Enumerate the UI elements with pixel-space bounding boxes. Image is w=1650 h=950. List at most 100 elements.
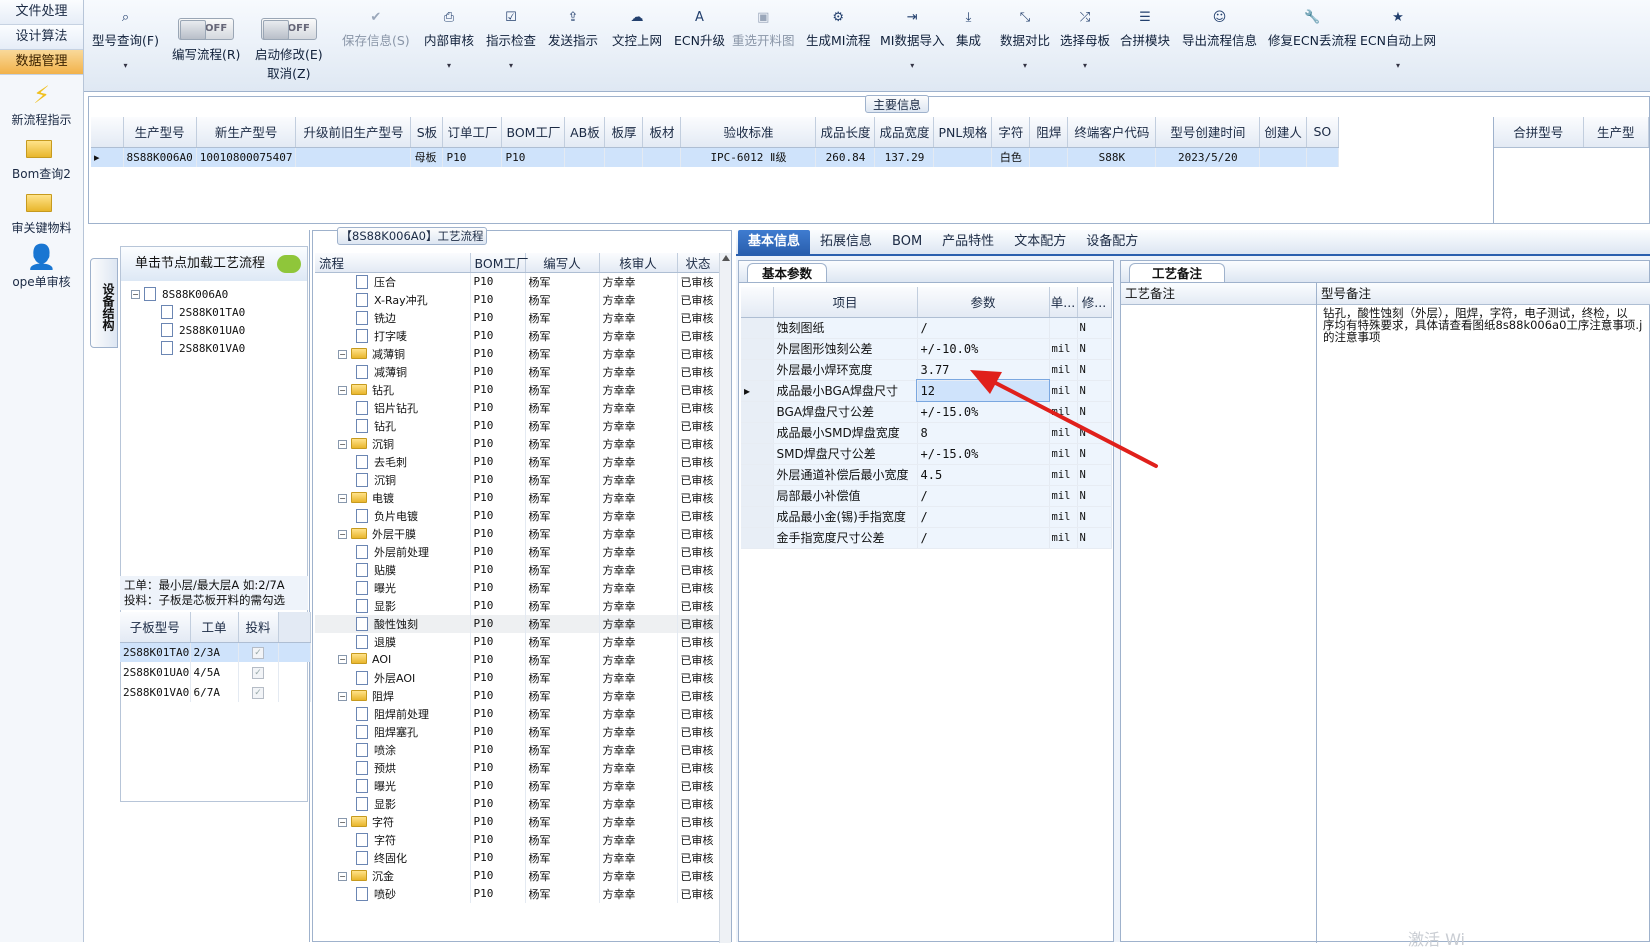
col-header[interactable]: 型号创建时间 <box>1155 117 1261 148</box>
process-row[interactable]: − 阻焊 P10 杨军 方幸幸 已审核 <box>315 686 720 705</box>
toolbar-item-14[interactable]: ⤮ 选择母板 ▾ <box>1060 10 1110 70</box>
param-row[interactable]: 外层最小焊环宽度 3.77 mil N <box>741 359 1112 381</box>
process-row[interactable]: 负片电镀 P10 杨军 方幸幸 已审核 <box>315 506 720 525</box>
process-row[interactable]: 外层前处理 P10 杨军 方幸幸 已审核 <box>315 542 720 561</box>
process-row[interactable]: 显影 P10 杨军 方幸幸 已审核 <box>315 596 720 615</box>
nav-data[interactable]: 数据管理 <box>0 50 83 75</box>
process-row[interactable]: 曝光 P10 杨军 方幸幸 已审核 <box>315 578 720 597</box>
process-scrollbar[interactable] <box>719 253 731 943</box>
sub-row[interactable]: 2S88K01TA0 2/3A ✓ <box>120 642 311 662</box>
cell[interactable]: 137.29 <box>874 147 935 167</box>
dropdown-arrow-icon[interactable]: ▾ <box>486 61 536 70</box>
toolbar-item-17[interactable]: 🔧 修复ECN丢流程 <box>1268 10 1356 49</box>
col-header[interactable]: S板 <box>410 117 444 148</box>
process-row[interactable]: − 减薄铜 P10 杨军 方幸幸 已审核 <box>315 344 720 363</box>
tree-node[interactable]: 2S88K01VA0 <box>131 339 307 357</box>
cell[interactable]: 2023/5/20 <box>1155 147 1261 167</box>
cell[interactable]: P10 <box>501 147 566 167</box>
process-row[interactable]: X-Ray冲孔 P10 杨军 方幸幸 已审核 <box>315 290 720 309</box>
toolbar-item-8[interactable]: A ECN升级 <box>674 10 725 49</box>
col-header[interactable]: 字符 <box>991 117 1031 148</box>
process-row[interactable]: 阻焊塞孔 P10 杨军 方幸幸 已审核 <box>315 722 720 741</box>
collapse-icon[interactable]: − <box>338 493 347 503</box>
col-header[interactable]: 验收标准 <box>680 117 817 148</box>
cell[interactable]: P10 <box>442 147 503 167</box>
process-row[interactable]: − 沉铜 P10 杨军 方幸幸 已审核 <box>315 434 720 453</box>
sub-row[interactable]: 2S88K01VA0 6/7A ✓ <box>120 682 311 702</box>
process-remarks-tab[interactable]: 工艺备注 <box>1129 263 1226 282</box>
tab-equipment-structure[interactable]: 设备结构 <box>90 258 118 348</box>
param-value[interactable]: 3.77 <box>917 359 1050 381</box>
toolbar-item-18[interactable]: ★ ECN自动上网 ▾ <box>1360 10 1436 70</box>
toolbar-item-4[interactable]: ⎙ 内部审核 ▾ <box>424 10 474 70</box>
sub-row[interactable]: 2S88K01UA0 4/5A ✓ <box>120 662 311 682</box>
process-row[interactable]: 酸性蚀刻 P10 杨军 方幸幸 已审核 <box>315 614 720 633</box>
toolbar-item-13[interactable]: ⤡ 数据对比 ▾ <box>1000 10 1050 70</box>
process-row[interactable]: − 电镀 P10 杨军 方幸幸 已审核 <box>315 488 720 507</box>
cell[interactable]: S88K <box>1067 147 1157 167</box>
cell[interactable]: 10010800075407 <box>196 147 297 167</box>
col-header[interactable]: 板厚 <box>604 117 644 148</box>
col-header[interactable]: SO <box>1306 117 1339 148</box>
param-value[interactable]: 12 <box>916 379 1050 402</box>
cell[interactable] <box>1259 147 1307 167</box>
toolbar-item-16[interactable]: ☺ 导出流程信息 <box>1182 10 1257 49</box>
param-value[interactable]: / <box>917 485 1050 507</box>
collapse-icon[interactable]: − <box>338 349 347 359</box>
toolbar-item-11[interactable]: ⇥ MI数据导入 ▾ <box>880 10 944 70</box>
toolbar-item-0[interactable]: ⌕ 型号查询(F) ▾ <box>92 10 159 70</box>
cell[interactable] <box>1306 147 1339 167</box>
toolbar-item-3[interactable]: ✔ 保存信息(S) <box>342 10 410 49</box>
collapse-icon[interactable]: − <box>131 290 140 299</box>
tab-3[interactable]: 产品特性 <box>932 230 1004 254</box>
toolbar-item-5[interactable]: ☑ 指示检查 ▾ <box>486 10 536 70</box>
collapse-icon[interactable]: − <box>338 529 347 539</box>
process-row[interactable]: − 沉金 P10 杨军 方幸幸 已审核 <box>315 866 720 885</box>
param-row[interactable]: 局部最小补偿值 / mil N <box>741 485 1112 507</box>
cell[interactable] <box>933 147 993 167</box>
process-row[interactable]: − AOI P10 杨军 方幸幸 已审核 <box>315 650 720 669</box>
nav-ope-review[interactable]: 👤 ope单审核 <box>0 237 83 291</box>
nav-key-material[interactable]: 审关键物料 <box>0 183 83 237</box>
col-header[interactable]: 升级前旧生产型号 <box>295 117 412 148</box>
param-value[interactable]: +/-15.0% <box>917 443 1050 465</box>
collapse-icon[interactable]: − <box>338 439 347 449</box>
process-row[interactable]: − 外层干膜 P10 杨军 方幸幸 已审核 <box>315 524 720 543</box>
cell[interactable] <box>295 147 412 167</box>
cell[interactable] <box>642 147 682 167</box>
param-row[interactable]: BGA焊盘尺寸公差 +/-15.0% mil N <box>741 401 1112 423</box>
process-row[interactable]: 喷涂 P10 杨军 方幸幸 已审核 <box>315 740 720 759</box>
feed-checkbox[interactable]: ✓ <box>252 687 264 699</box>
collapse-icon[interactable]: − <box>338 871 347 881</box>
process-row[interactable]: 铝片钻孔 P10 杨军 方幸幸 已审核 <box>315 398 720 417</box>
toggle-switch[interactable]: OFF <box>260 18 317 40</box>
param-row[interactable]: 外层图形蚀刻公差 +/-10.0% mil N <box>741 338 1112 360</box>
col-header[interactable]: 创建人 <box>1259 117 1307 148</box>
cell[interactable]: 母板 <box>410 147 444 167</box>
tree-node[interactable]: 2S88K01TA0 <box>131 303 307 321</box>
param-value[interactable]: +/-10.0% <box>917 338 1050 360</box>
dropdown-arrow-icon[interactable]: ▾ <box>880 61 944 70</box>
feed-checkbox[interactable]: ✓ <box>252 647 264 660</box>
col-header[interactable]: 生产型号 <box>123 117 197 148</box>
param-value[interactable]: / <box>917 506 1050 528</box>
tab-1[interactable]: 拓展信息 <box>810 230 882 254</box>
col-header[interactable]: 订单工厂 <box>442 117 503 148</box>
process-row[interactable]: 字符 P10 杨军 方幸幸 已审核 <box>315 830 720 849</box>
basic-params-tab[interactable]: 基本参数 <box>747 263 828 282</box>
dropdown-arrow-icon[interactable]: ▾ <box>1000 61 1050 70</box>
cell[interactable] <box>1029 147 1069 167</box>
process-row[interactable]: 去毛刺 P10 杨军 方幸幸 已审核 <box>315 452 720 471</box>
process-row[interactable]: 预烘 P10 杨军 方幸幸 已审核 <box>315 758 720 777</box>
process-row[interactable]: 铣边 P10 杨军 方幸幸 已审核 <box>315 308 720 327</box>
toolbar-item-15[interactable]: ☰ 合拼模块 <box>1120 10 1170 49</box>
dropdown-arrow-icon[interactable]: ▾ <box>92 61 159 70</box>
toolbar-item-2[interactable]: OFF 启动修改(E) 取消(Z) <box>255 18 323 82</box>
toolbar-item-6[interactable]: ⇪ 发送指示 <box>548 10 598 49</box>
col-header[interactable]: BOM工厂 <box>501 117 566 148</box>
tab-2[interactable]: BOM <box>882 230 932 254</box>
toolbar-item-7[interactable]: ☁ 文控上网 <box>612 10 662 49</box>
cell[interactable] <box>564 147 606 167</box>
process-row[interactable]: − 钻孔 P10 杨军 方幸幸 已审核 <box>315 380 720 399</box>
param-row[interactable]: SMD焊盘尺寸公差 +/-15.0% mil N <box>741 443 1112 465</box>
